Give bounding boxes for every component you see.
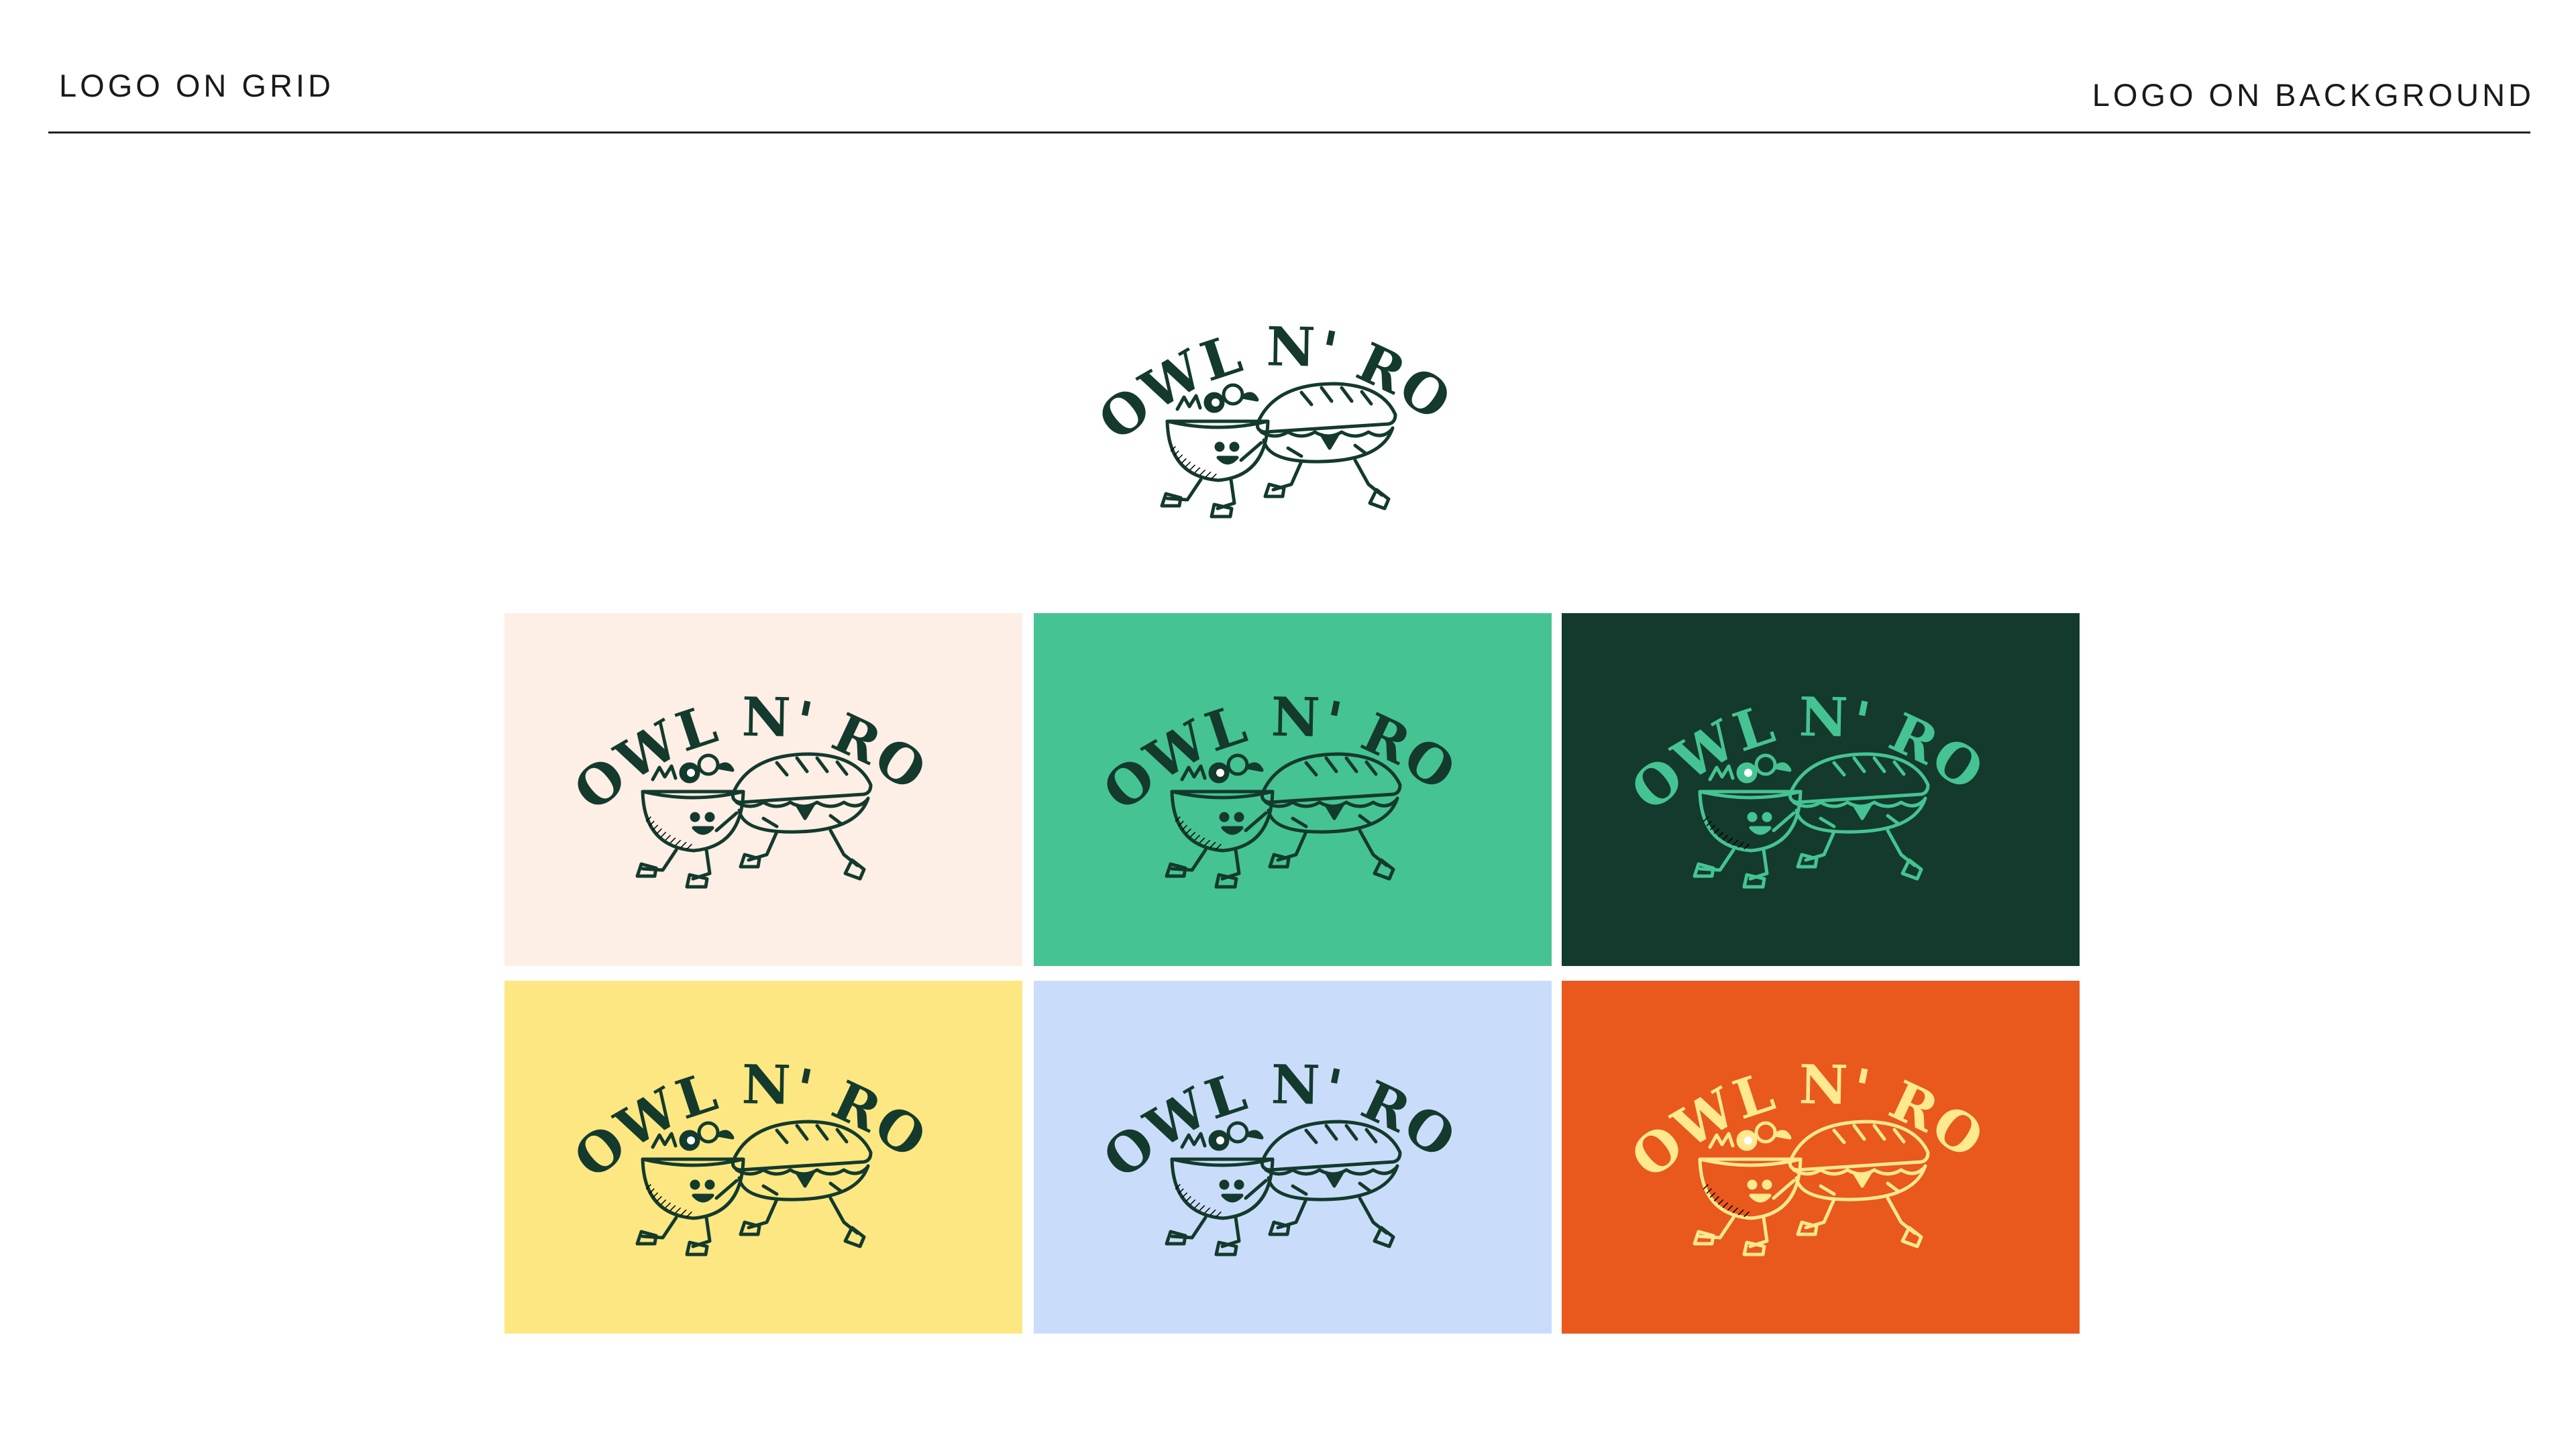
logo-on-grid-heading: LOGO ON GRID [59, 68, 334, 103]
logo-on-yellow [576, 1046, 951, 1268]
logo-on-light-blue [1105, 1046, 1481, 1268]
logo-on-orange [1633, 1046, 2008, 1268]
logo-on-mint [1105, 679, 1481, 900]
logo-on-background-heading: LOGO ON BACKGROUND [2092, 77, 2534, 113]
logo-on-dark-green [1633, 679, 2008, 900]
logo-tile-mint [1034, 613, 1552, 966]
logo-on-cream [576, 679, 951, 900]
logo-tile-orange [1562, 981, 2080, 1334]
main-logo [1100, 309, 1476, 530]
logo-tile-dark-green [1562, 613, 2080, 966]
header-divider [48, 131, 2530, 133]
logo-tile-light-blue [1034, 981, 1552, 1334]
logo-tile-yellow [504, 981, 1022, 1334]
logo-tile-cream [504, 613, 1022, 966]
